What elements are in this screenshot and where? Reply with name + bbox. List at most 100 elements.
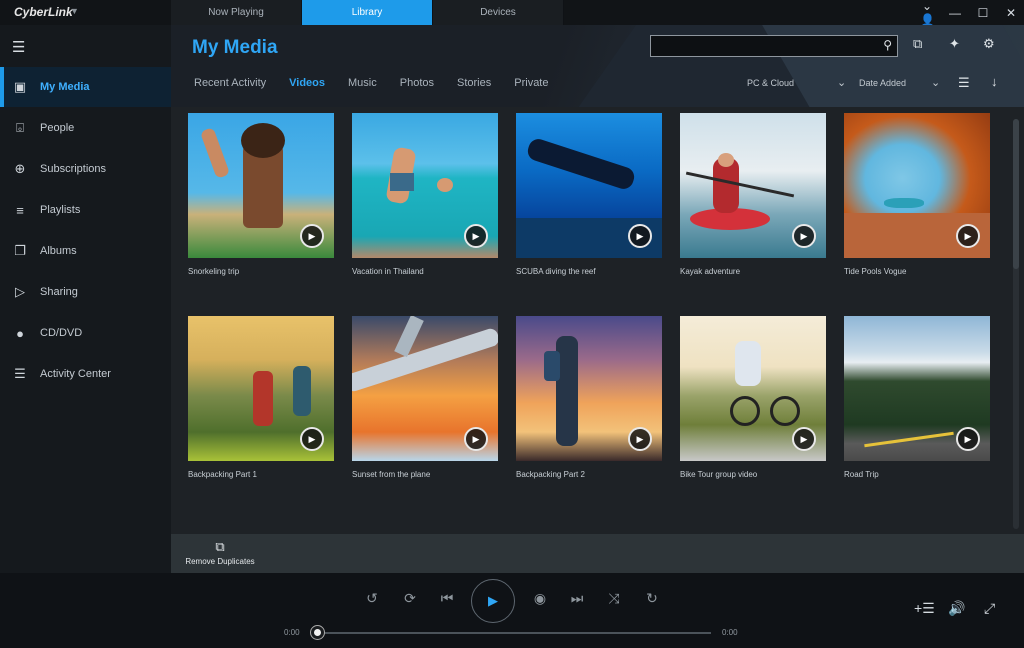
play-icon[interactable]: ▶	[628, 427, 652, 451]
video-tile[interactable]: ▶ Bike Tour group video	[680, 316, 826, 479]
video-title: Kayak adventure	[680, 267, 741, 276]
video-thumbnail[interactable]: ▶	[516, 316, 662, 461]
tab-devices[interactable]: Devices	[433, 0, 564, 25]
play-icon[interactable]: ▶	[792, 224, 816, 248]
seek-handle[interactable]	[311, 626, 324, 639]
scrollbar-thumb[interactable]	[1013, 119, 1019, 269]
sidebar-item-my-media[interactable]: ▣ My Media	[0, 67, 171, 107]
sidebar-item-albums[interactable]: ❐ Albums	[0, 231, 171, 271]
disc-icon: ●	[16, 325, 24, 341]
play-icon[interactable]: ▶	[792, 427, 816, 451]
volume-icon[interactable]: 🔊	[948, 600, 965, 617]
sidebar-item-cd-dvd[interactable]: ● CD/DVD	[0, 313, 171, 353]
video-thumbnail[interactable]: ▶	[352, 316, 498, 461]
forward-icon[interactable]: ↻	[642, 590, 662, 607]
video-thumbnail[interactable]: ▶	[188, 316, 334, 461]
video-tile[interactable]: ▶ Vacation in Thailand	[352, 113, 498, 276]
search-icon[interactable]: ⚲	[883, 38, 892, 52]
hamburger-menu-icon[interactable]: ☰	[12, 38, 25, 56]
library-header: My Media ⚲ ⧉ ✦ ⚙ Recent Activity Videos …	[171, 25, 1024, 107]
logo-menu-chevron-icon[interactable]: ▼	[70, 6, 79, 16]
sidebar-item-subscriptions[interactable]: ⊕ Subscriptions	[0, 149, 171, 189]
video-thumbnail[interactable]: ▶	[680, 113, 826, 258]
sort-direction-icon[interactable]: ↓	[991, 74, 998, 89]
gear-icon[interactable]: ⚙	[983, 36, 995, 52]
playlist-icon: ≡	[16, 202, 24, 218]
list-view-icon[interactable]: ☰	[958, 75, 970, 91]
fullscreen-icon[interactable]: ⤢	[984, 600, 995, 617]
play-icon[interactable]: ▶	[300, 427, 324, 451]
play-icon[interactable]: ▶	[956, 224, 980, 248]
sidebar-item-label: People	[40, 122, 75, 134]
queue-icon[interactable]: +☰	[914, 600, 935, 617]
maximize-icon[interactable]: ☐	[976, 6, 990, 20]
page-title: My Media	[192, 37, 278, 58]
vertical-scrollbar[interactable]	[1013, 119, 1019, 529]
rewind-icon[interactable]: ↺	[362, 590, 382, 607]
import-icon[interactable]: ⧉	[913, 36, 922, 52]
play-icon[interactable]: ▶	[300, 224, 324, 248]
sidebar: ☰ ▣ My Media ⌻ People ⊕ Subscriptions ≡ …	[0, 25, 171, 573]
play-icon[interactable]: ▶	[956, 427, 980, 451]
minimize-icon[interactable]: —	[948, 6, 962, 20]
chevron-down-icon[interactable]: ⌄	[837, 76, 846, 89]
sidebar-item-people[interactable]: ⌻ People	[0, 108, 171, 148]
duplicates-icon: ⧉	[215, 539, 225, 554]
repeat-icon[interactable]: ⟳	[400, 590, 420, 607]
play-icon[interactable]: ▶	[464, 427, 488, 451]
video-thumbnail[interactable]: ▶	[844, 316, 990, 461]
tab-videos[interactable]: Videos	[289, 77, 325, 89]
previous-icon[interactable]: ⏮	[437, 590, 457, 607]
share-icon: ▷	[15, 284, 25, 299]
video-tile[interactable]: ▶ Backpacking Part 2	[516, 316, 662, 479]
video-title: Sunset from the plane	[352, 470, 431, 479]
user-icon[interactable]: ⌄👤	[920, 0, 935, 27]
shuffle-icon[interactable]: ⤨	[604, 590, 624, 607]
video-tile[interactable]: ▶ Sunset from the plane	[352, 316, 498, 479]
playback-controls: ↺ ⟳ ⏮ ▶ ◉ ⏭ ⤨ ↻ 0:00 0:00 +☰ 🔊 ⤢	[0, 573, 1024, 648]
video-tile[interactable]: ▶ Tide Pools Vogue	[844, 113, 990, 276]
album-icon: ❐	[14, 243, 26, 258]
video-thumbnail[interactable]: ▶	[516, 113, 662, 258]
location-filter-dropdown[interactable]: PC & Cloud	[747, 78, 794, 88]
window-controls: ⌄👤 — ☐ ✕	[920, 0, 1018, 27]
video-thumbnail[interactable]: ▶	[352, 113, 498, 258]
video-tile[interactable]: ▶ SCUBA diving the reef	[516, 113, 662, 276]
subscriptions-icon: ⊕	[14, 161, 26, 176]
stop-icon[interactable]: ◉	[530, 590, 550, 607]
sidebar-item-playlists[interactable]: ≡ Playlists	[0, 190, 171, 230]
tab-photos[interactable]: Photos	[400, 77, 434, 89]
sidebar-item-activity-center[interactable]: ☰ Activity Center	[0, 354, 171, 394]
play-button[interactable]: ▶	[471, 579, 515, 623]
tab-private[interactable]: Private	[514, 77, 548, 89]
title-bar: CyberLink ▼ Now Playing Library Devices …	[0, 0, 1024, 27]
tab-music[interactable]: Music	[348, 77, 377, 89]
close-icon[interactable]: ✕	[1004, 6, 1018, 20]
video-thumbnail[interactable]: ▶	[680, 316, 826, 461]
video-thumbnail[interactable]: ▶	[844, 113, 990, 258]
search-input[interactable]: ⚲	[650, 35, 898, 57]
video-tile[interactable]: ▶ Backpacking Part 1	[188, 316, 334, 479]
tab-library[interactable]: Library	[302, 0, 433, 25]
sort-dropdown[interactable]: Date Added	[859, 78, 906, 88]
video-title: Vacation in Thailand	[352, 267, 424, 276]
sidebar-item-label: Playlists	[40, 204, 81, 216]
seek-bar[interactable]	[311, 626, 711, 639]
next-icon[interactable]: ⏭	[567, 590, 587, 607]
tab-now-playing[interactable]: Now Playing	[171, 0, 302, 25]
chevron-down-icon[interactable]: ⌄	[931, 76, 940, 89]
remove-duplicates-button[interactable]: ⧉ Remove Duplicates	[171, 538, 269, 566]
tab-stories[interactable]: Stories	[457, 77, 491, 89]
video-thumbnail[interactable]: ▶	[188, 113, 334, 258]
sidebar-item-sharing[interactable]: ▷ Sharing	[0, 272, 171, 312]
video-title: Snorkeling trip	[188, 267, 240, 276]
app-logo[interactable]: CyberLink	[14, 5, 73, 19]
video-tile[interactable]: ▶ Kayak adventure	[680, 113, 826, 276]
video-tile[interactable]: ▶ Snorkeling trip	[188, 113, 334, 276]
add-icon[interactable]: ✦	[949, 36, 960, 52]
play-icon[interactable]: ▶	[464, 224, 488, 248]
play-icon[interactable]: ▶	[628, 224, 652, 248]
tab-recent-activity[interactable]: Recent Activity	[194, 77, 266, 89]
video-tile[interactable]: ▶ Road Trip	[844, 316, 990, 479]
media-type-tabs: Recent Activity Videos Music Photos Stor…	[194, 77, 549, 89]
